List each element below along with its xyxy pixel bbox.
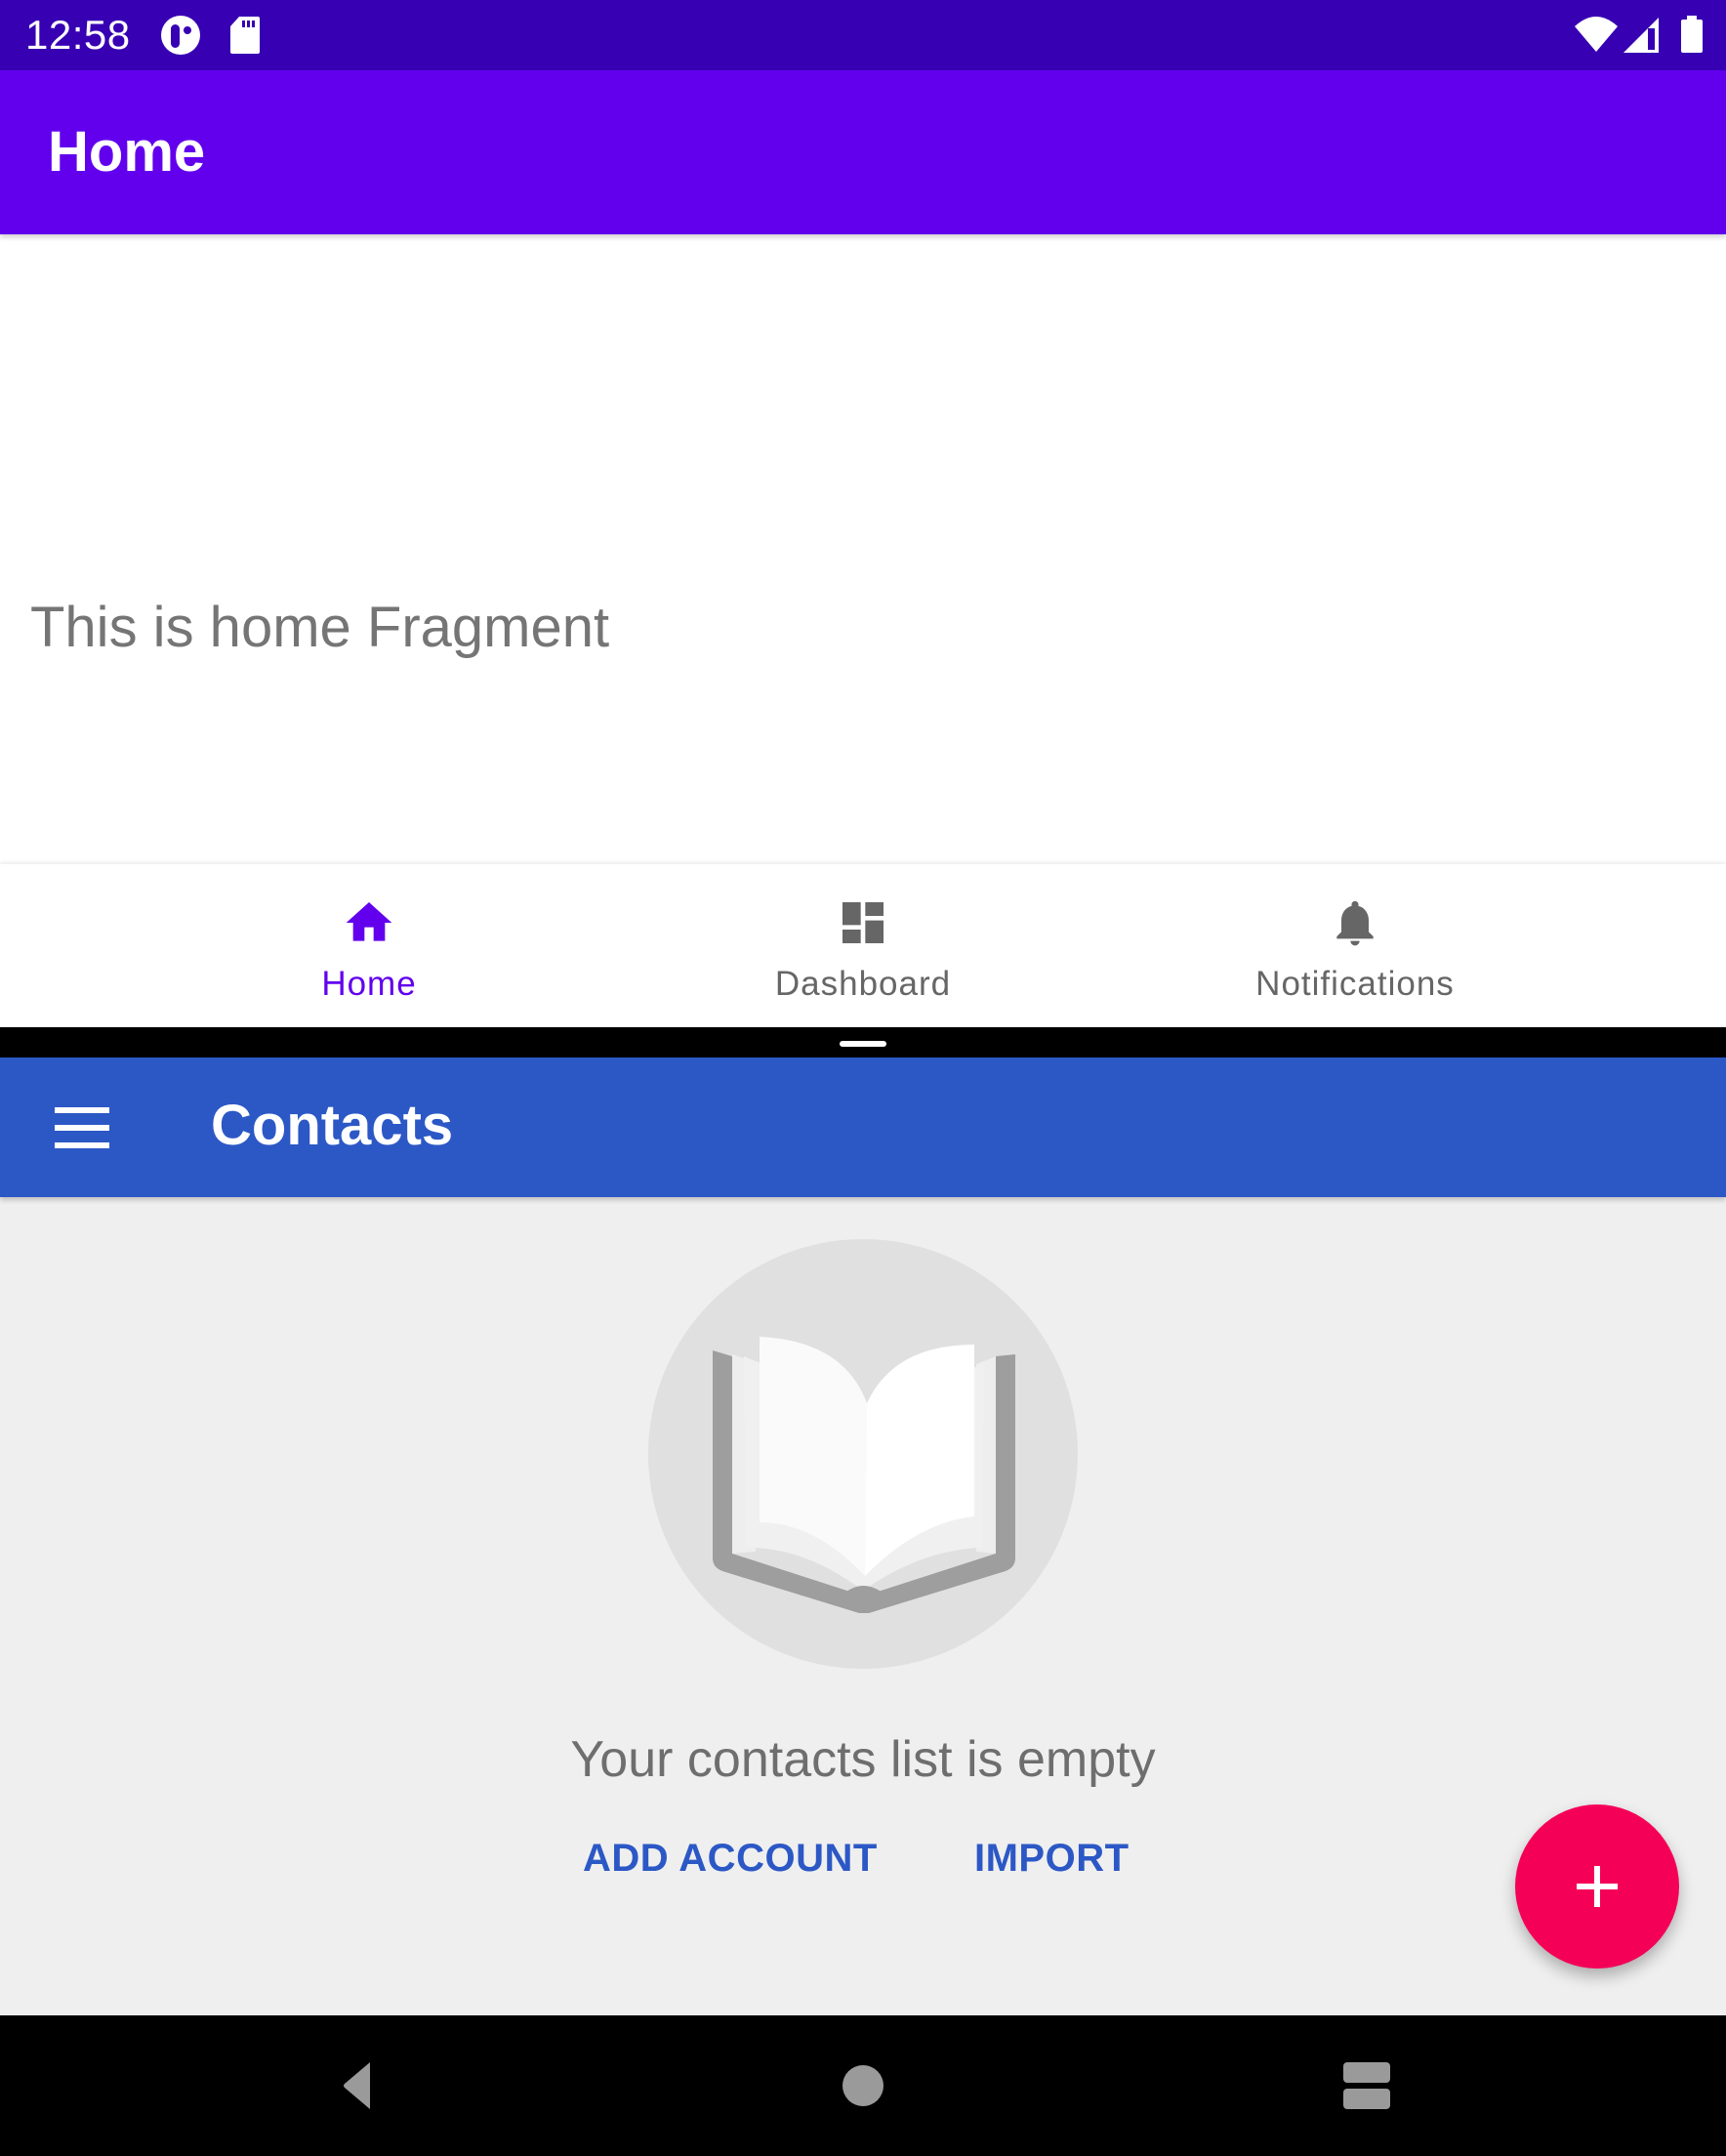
nav-item-label: Home (321, 965, 417, 1003)
nav-item-dashboard[interactable]: Dashboard (717, 864, 1009, 1027)
add-account-button[interactable]: ADD ACCOUNT (583, 1836, 878, 1881)
cell-signal-icon (1623, 18, 1659, 53)
bottom-navigation: Home Dashboard Notifications (0, 864, 1726, 1027)
contacts-app-bar: Contacts (0, 1057, 1726, 1197)
back-button[interactable] (278, 2015, 434, 2156)
empty-state-illustration (648, 1239, 1078, 1669)
home-fragment: This is home Fragment (0, 234, 1726, 864)
home-fragment-text: This is home Fragment (30, 596, 610, 659)
status-bar: 12:58 (0, 0, 1726, 70)
empty-state-message: Your contacts list is empty (570, 1731, 1156, 1788)
nav-item-notifications[interactable]: Notifications (1209, 864, 1501, 1027)
add-contact-fab[interactable] (1515, 1804, 1679, 1969)
sd-card-icon (230, 17, 260, 54)
recents-button[interactable] (1289, 2015, 1445, 2156)
nav-item-label: Dashboard (774, 965, 952, 1003)
wifi-icon (1575, 17, 1618, 52)
contacts-title: Contacts (211, 1094, 454, 1157)
import-button[interactable]: IMPORT (974, 1836, 1130, 1881)
hamburger-icon (55, 1107, 109, 1113)
page-title: Home (48, 120, 206, 184)
app-notification-icon (161, 16, 200, 55)
battery-icon (1681, 16, 1703, 53)
open-book-icon (713, 1337, 1015, 1613)
contacts-content: Your contacts list is empty ADD ACCOUNT … (0, 1197, 1726, 2015)
nav-item-label: Notifications (1255, 965, 1455, 1003)
back-icon (344, 2062, 370, 2109)
home-circle-icon (842, 2065, 884, 2106)
home-icon (346, 902, 392, 941)
top-app-bar: Home (0, 70, 1726, 234)
dashboard-icon (842, 902, 884, 943)
menu-button[interactable] (39, 1093, 125, 1163)
split-screen-divider[interactable] (0, 1027, 1726, 1057)
recents-icon (1343, 2062, 1390, 2109)
system-navigation-bar (0, 2015, 1726, 2156)
bell-icon (1336, 900, 1374, 946)
status-time: 12:58 (25, 12, 131, 58)
nav-item-home[interactable]: Home (223, 864, 515, 1027)
home-button[interactable] (785, 2015, 941, 2156)
divider-drag-handle[interactable] (840, 1041, 886, 1047)
